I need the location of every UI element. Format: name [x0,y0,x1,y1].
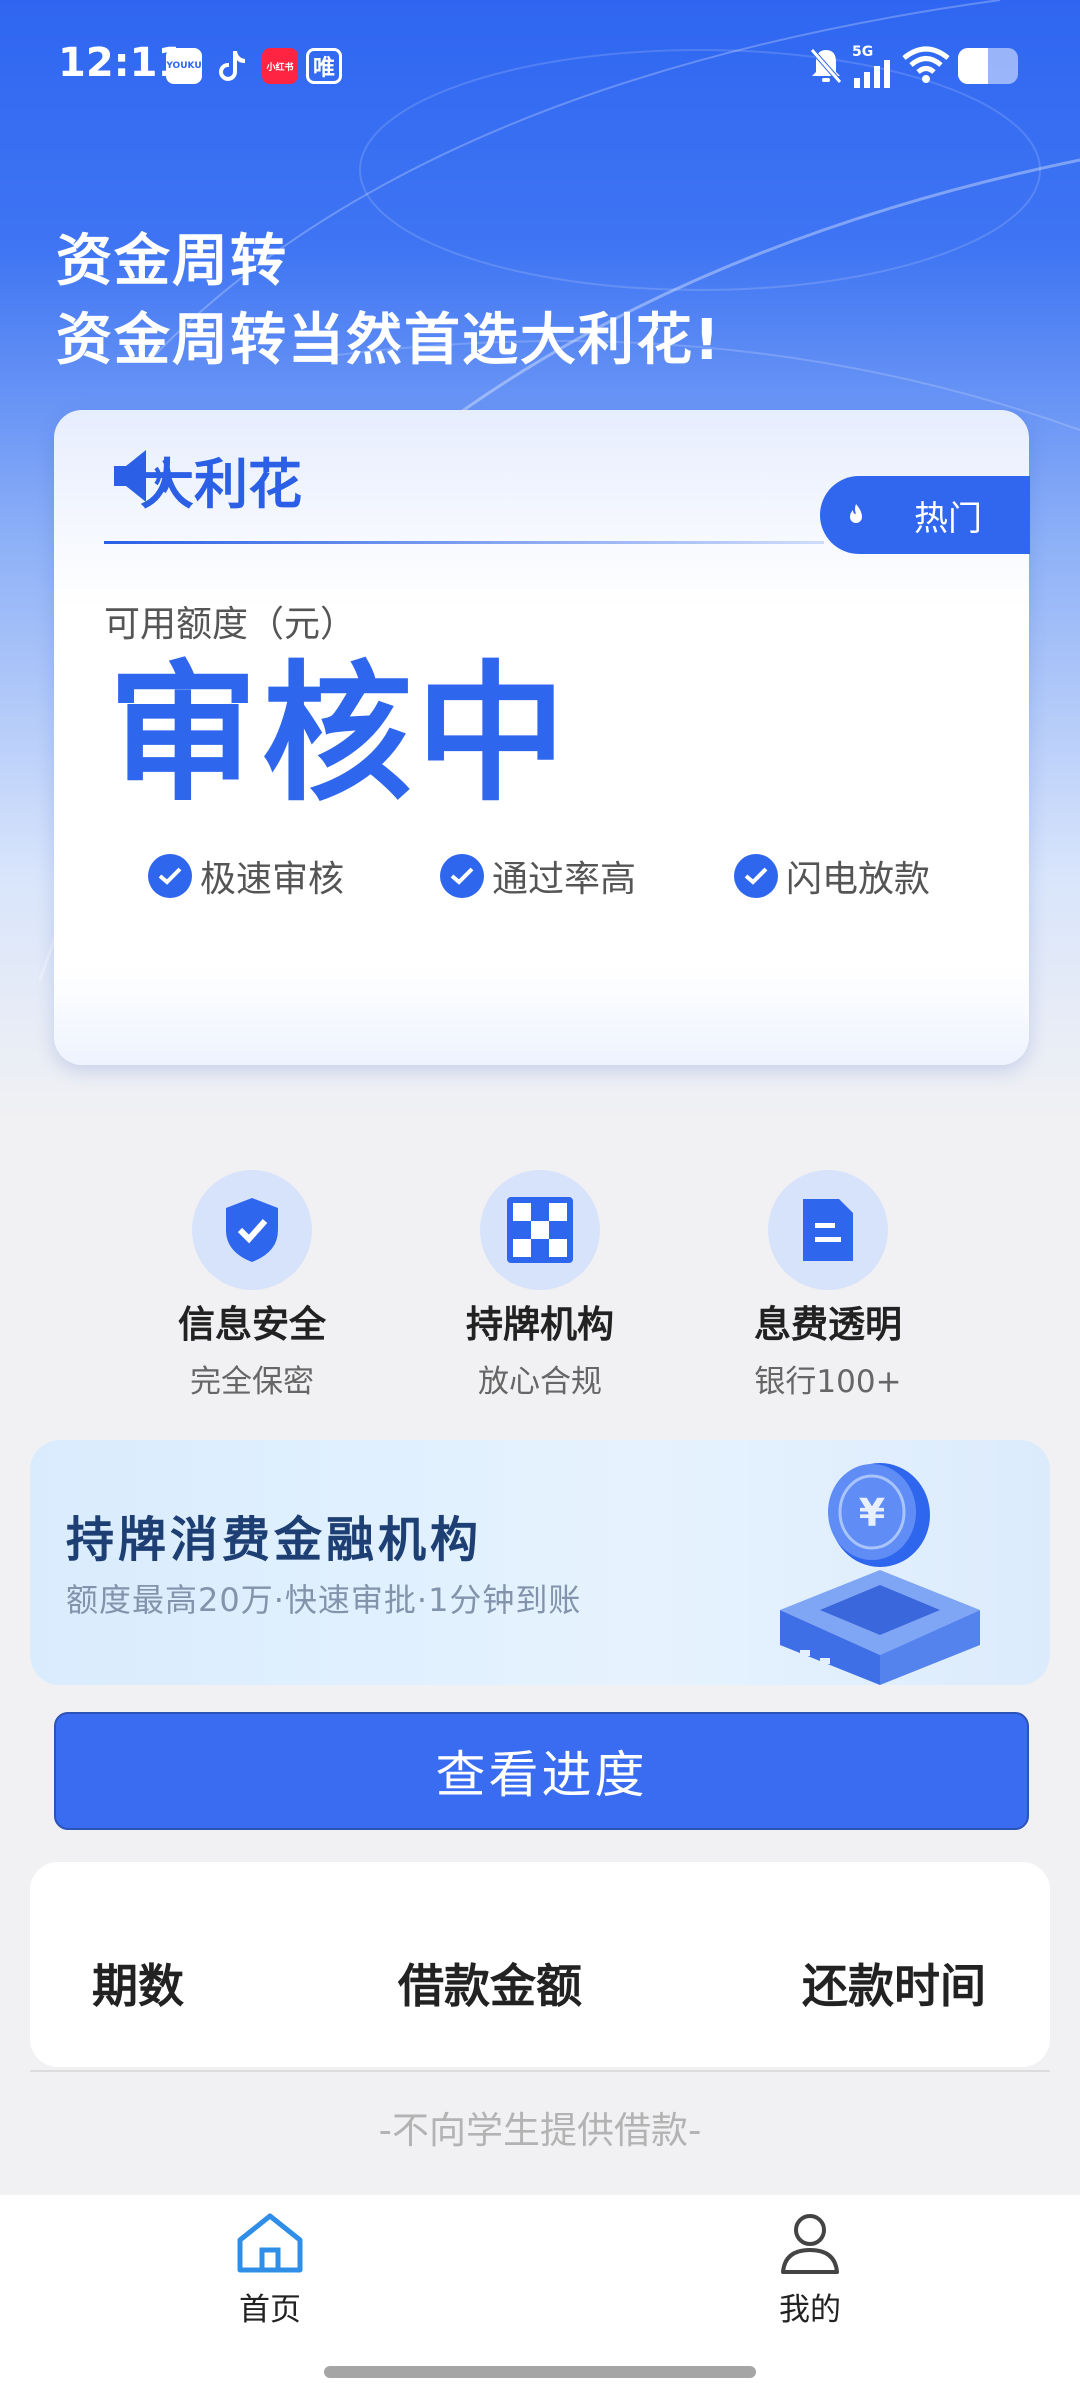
trust-title: 信息安全 [178,1303,326,1346]
trust-licensed-institution: 持牌机构 放心合规 [420,1170,660,1401]
vip-app-icon: 唯 [306,48,342,84]
nav-label: 我的 [779,2292,841,2328]
check-icon [734,854,778,898]
feature-label: 通过率高 [492,859,637,900]
review-status-value: 审核中 [108,648,571,822]
feature-high-pass-rate: 通过率高 [440,850,636,902]
home-icon [237,2213,303,2273]
home-indicator[interactable] [324,2366,756,2378]
feature-label: 极速审核 [200,859,345,900]
coin-platform-illustration: ¥ [760,1460,1000,1689]
shield-check-icon [192,1170,312,1290]
column-header-period: 期数 [92,1959,184,2013]
brand-name: 大利花 [140,453,302,516]
document-icon [768,1170,888,1290]
nav-label: 首页 [239,2292,301,2328]
trust-title: 持牌机构 [466,1303,614,1346]
trust-subtitle: 完全保密 [190,1364,314,1400]
battery-icon [958,48,1018,84]
check-icon [440,854,484,898]
student-loan-notice: -不向学生提供借款- [378,2109,702,2152]
available-quota-label: 可用额度（元） [104,604,357,645]
hot-badge-label: 热门 [914,498,982,539]
mute-bell-icon [808,46,844,90]
view-progress-button[interactable]: 查看进度 [54,1712,1029,1830]
headline-secondary: 资金周转当然首选大利花! [56,308,722,373]
feature-fast-payout: 闪电放款 [734,850,930,902]
trust-transparent-fees: 息费透明 银行100+ [708,1170,948,1401]
column-header-amount: 借款金额 [398,1959,582,2013]
card-divider [104,541,824,544]
user-icon [781,2214,839,2274]
checker-grid-icon [480,1170,600,1290]
flame-icon [850,504,862,523]
banner-title: 持牌消费金融机构 [66,1512,483,1568]
signal-icon [852,60,892,92]
network-type: 5G [852,44,874,60]
tiktok-icon [214,48,250,84]
table-divider [30,2070,1050,2072]
nav-tab-mine[interactable]: 我的 [730,2210,890,2329]
feature-fast-review: 极速审核 [148,850,344,902]
column-header-repay-time: 还款时间 [802,1959,986,2013]
trust-subtitle: 银行100+ [754,1364,902,1400]
hot-badge: 热门 [820,476,1030,554]
banner-subtitle: 额度最高20万·快速审批·1分钟到账 [66,1581,582,1619]
youku-app-icon: YOUKU [166,48,202,84]
xiaohongshu-app-icon: 小红书 [262,48,298,84]
trust-info-security: 信息安全 完全保密 [132,1170,372,1401]
trust-subtitle: 放心合规 [478,1364,602,1400]
headline-primary: 资金周转 [56,229,288,294]
trust-title: 息费透明 [754,1303,902,1346]
nav-tab-home[interactable]: 首页 [190,2210,350,2329]
feature-label: 闪电放款 [786,859,931,900]
coin-symbol: ¥ [859,1491,885,1535]
check-icon [148,854,192,898]
wifi-icon [902,46,950,88]
